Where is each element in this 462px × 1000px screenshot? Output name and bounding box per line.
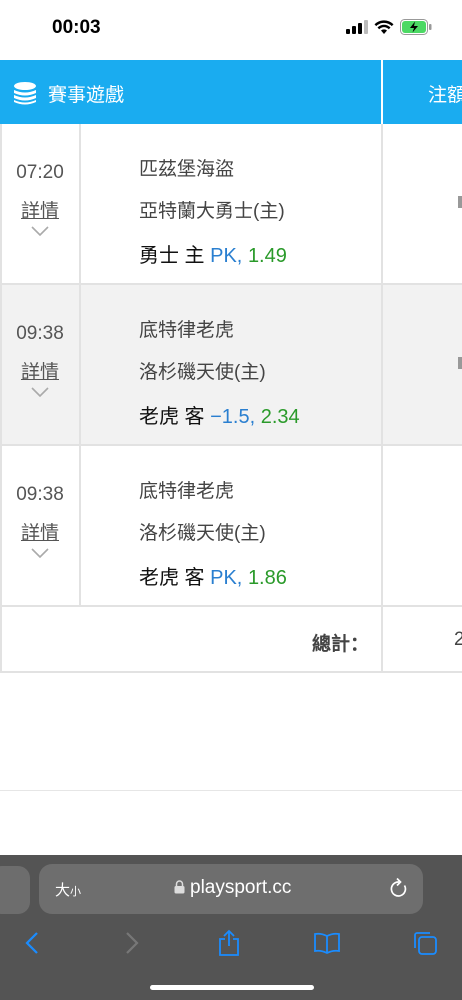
battery-icon [400, 19, 432, 35]
browser-toolbar [0, 925, 462, 965]
back-button[interactable] [14, 925, 50, 961]
status-bar: 00:03 [0, 0, 462, 58]
bet-pick: 勇士 主 PK, 1.49 [139, 239, 287, 268]
header-title: 賽事遊戲 [48, 85, 125, 106]
pick-team: 勇士 主 [139, 245, 205, 267]
total-value: 2 [454, 629, 462, 650]
pick-odds: 1.86 [247, 567, 287, 589]
row-divider [381, 285, 383, 444]
bookmarks-button[interactable] [309, 925, 345, 961]
share-button[interactable] [211, 925, 247, 961]
detail-link[interactable]: 詳情 [0, 196, 80, 223]
browser-bar: 大小 playsport.cc [0, 855, 462, 1000]
bet-pick: 老虎 客 −1.5, 2.34 [139, 400, 300, 429]
away-team: 底特律老虎 [139, 320, 235, 341]
pick-line: PK, [210, 567, 243, 589]
amount-cell-clipped [458, 196, 462, 208]
away-team: 匹茲堡海盜 [139, 159, 235, 180]
forward-icon [126, 932, 139, 954]
home-team: 亞特蘭大勇士(主) [139, 201, 285, 222]
chevron-down-icon[interactable] [31, 387, 49, 397]
bets-table: 賽事遊戲 注額 07:20 詳情 匹茲堡海盜 亞特蘭大勇士(主) 勇士 主 PK… [0, 60, 462, 673]
chevron-down-icon[interactable] [31, 548, 49, 558]
pick-line: PK, [210, 245, 243, 267]
table-row: 09:38 詳情 底特律老虎 洛杉磯天使(主) 老虎 客 PK, 1.86 [0, 446, 462, 607]
row-border [0, 607, 2, 671]
status-time: 00:03 [52, 17, 101, 38]
detail-link[interactable]: 詳情 [0, 357, 80, 384]
row-divider [381, 124, 383, 283]
pick-line: −1.5, [210, 406, 256, 428]
total-label: 總計： [312, 634, 370, 655]
bookmarks-icon [314, 932, 340, 954]
status-icons [346, 19, 432, 35]
address-bar[interactable]: 大小 playsport.cc [39, 864, 423, 914]
row-divider [381, 446, 383, 605]
back-icon [25, 932, 38, 954]
game-time: 07:20 [16, 162, 64, 183]
header-amount-column: 注額 [428, 85, 462, 106]
previous-tab-preview[interactable] [0, 866, 30, 914]
detail-link[interactable]: 詳情 [0, 518, 80, 545]
coin-stack-icon [14, 82, 36, 105]
tabs-button[interactable] [407, 925, 443, 961]
amount-cell-clipped [458, 357, 462, 369]
pick-team: 老虎 客 [139, 567, 205, 589]
lock-icon [174, 880, 185, 894]
reload-icon[interactable] [389, 877, 409, 899]
divider [0, 790, 462, 791]
row-divider [381, 607, 383, 671]
pick-odds: 2.34 [260, 406, 300, 428]
text-size-small: 小 [70, 886, 82, 898]
table-header: 賽事遊戲 注額 [0, 60, 462, 124]
share-icon [219, 929, 239, 956]
home-indicator [150, 985, 314, 990]
text-size-label: 大 [55, 882, 71, 899]
forward-button[interactable] [114, 925, 150, 961]
header-divider [381, 60, 383, 124]
url-text[interactable]: playsport.cc [190, 877, 291, 899]
pick-team: 老虎 客 [139, 406, 205, 428]
table-row: 09:38 詳情 底特律老虎 洛杉磯天使(主) 老虎 客 −1.5, 2.34 [0, 285, 462, 446]
game-time: 09:38 [16, 323, 64, 344]
text-size-button[interactable]: 大小 [55, 879, 81, 900]
game-time: 09:38 [16, 484, 64, 505]
total-row: 總計： 2 [0, 607, 462, 673]
home-team: 洛杉磯天使(主) [139, 362, 266, 383]
chevron-down-icon[interactable] [31, 226, 49, 236]
tabs-icon [414, 932, 437, 955]
home-team: 洛杉磯天使(主) [139, 523, 266, 544]
wifi-icon [374, 19, 394, 34]
signal-icon [346, 20, 368, 34]
table-row: 07:20 詳情 匹茲堡海盜 亞特蘭大勇士(主) 勇士 主 PK, 1.49 [0, 124, 462, 285]
bet-pick: 老虎 客 PK, 1.86 [139, 561, 287, 590]
pick-odds: 1.49 [247, 245, 287, 267]
away-team: 底特律老虎 [139, 481, 235, 502]
